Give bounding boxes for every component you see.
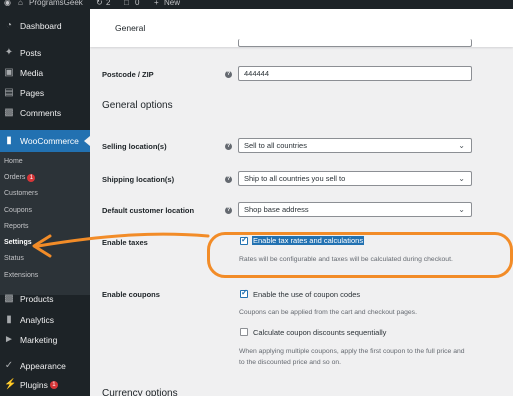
- settings-content: General Postcode / ZIP ? 444444 General …: [90, 9, 513, 396]
- menu-analytics[interactable]: ▮ Analytics: [0, 309, 90, 331]
- enable-coupons-label: Enable coupons: [102, 290, 160, 299]
- submenu-customers[interactable]: Customers: [4, 189, 38, 199]
- submenu-reports[interactable]: Reports: [4, 222, 29, 232]
- submenu-extensions[interactable]: Extensions: [4, 271, 38, 281]
- menu-analytics-label: Analytics: [20, 315, 55, 325]
- menu-media[interactable]: ▣ Media: [0, 62, 90, 84]
- chevron-down-icon: ⌄: [458, 141, 465, 150]
- sequential-discounts-description-line1: When applying multiple coupons, apply th…: [239, 348, 465, 355]
- updates-count[interactable]: 2: [106, 0, 110, 9]
- bar-chart-icon: ▮: [6, 314, 12, 325]
- submenu-status[interactable]: Status: [4, 254, 24, 264]
- menu-woocommerce-label: WooCommerce: [20, 136, 79, 146]
- shipping-locations-select[interactable]: Ship to all countries you sell to ⌄: [238, 171, 472, 186]
- menu-pages[interactable]: ▤ Pages: [0, 82, 90, 104]
- enable-taxes-checkbox[interactable]: [240, 235, 248, 245]
- admin-sidebar: ◔ Dashboard ✦ Posts ▣ Media ▤ Pages ▩ Co…: [0, 9, 90, 396]
- comment-bubble-icon: ▩: [4, 107, 14, 118]
- updates-icon[interactable]: ↻: [96, 0, 103, 9]
- plugins-count-badge: 1: [49, 381, 58, 389]
- shipping-locations-label: Shipping location(s): [102, 175, 175, 184]
- new-plus-icon[interactable]: +: [154, 0, 159, 9]
- submenu-coupons[interactable]: Coupons: [4, 206, 32, 216]
- plugin-icon: ⚡: [4, 379, 17, 390]
- chevron-down-icon: ⌄: [458, 205, 465, 214]
- menu-posts-label: Posts: [20, 48, 42, 58]
- menu-comments[interactable]: ▩ Comments: [0, 102, 90, 124]
- sequential-discounts-description-line2: to the discounted price and so on.: [239, 359, 342, 366]
- currency-options-heading: Currency options: [102, 388, 178, 396]
- menu-dashboard-label: Dashboard: [20, 21, 62, 31]
- home-icon[interactable]: ⌂: [18, 0, 23, 9]
- help-icon[interactable]: ?: [225, 207, 232, 214]
- enable-coupons-checkbox[interactable]: [240, 288, 248, 298]
- dashboard-icon: ◔: [5, 20, 13, 31]
- general-options-heading: General options: [102, 100, 173, 111]
- menu-comments-label: Comments: [20, 108, 62, 118]
- new-link[interactable]: New: [164, 0, 180, 9]
- submenu-settings[interactable]: Settings: [4, 238, 32, 248]
- default-customer-location-label: Default customer location: [102, 206, 195, 215]
- media-icon: ▣: [4, 67, 14, 78]
- woocommerce-submenu: Home Orders 1 Customers Coupons Reports S…: [0, 152, 90, 295]
- help-icon[interactable]: ?: [225, 143, 232, 150]
- comments-count[interactable]: 0: [135, 0, 139, 9]
- woocommerce-icon: ▮: [6, 135, 12, 146]
- submenu-orders-label: Orders: [4, 174, 26, 181]
- enable-taxes-option[interactable]: Enable tax rates and calculations: [252, 236, 365, 245]
- postcode-input[interactable]: 444444: [238, 66, 472, 81]
- comments-icon[interactable]: □: [124, 0, 129, 9]
- menu-posts[interactable]: ✦ Posts: [0, 42, 90, 64]
- menu-plugins[interactable]: ⚡ Plugins 1: [0, 374, 90, 396]
- menu-marketing[interactable]: ► Marketing: [0, 329, 90, 351]
- menu-plugins-label: Plugins: [20, 380, 48, 390]
- sequential-discounts-checkbox[interactable]: [240, 328, 248, 336]
- default-customer-location-value: Shop base address: [244, 205, 309, 214]
- submenu-orders[interactable]: Orders 1: [4, 173, 36, 183]
- menu-pages-label: Pages: [20, 88, 45, 98]
- orders-count-badge: 1: [27, 174, 36, 182]
- enable-taxes-label: Enable taxes: [102, 238, 148, 247]
- enable-taxes-option-text: Enable tax rates and calculations: [252, 236, 365, 245]
- default-customer-location-select[interactable]: Shop base address ⌄: [238, 202, 472, 217]
- pages-icon: ▤: [4, 87, 14, 98]
- megaphone-icon: ►: [4, 334, 14, 345]
- pin-icon: ✦: [4, 47, 14, 58]
- menu-products[interactable]: ▩ Products: [0, 288, 90, 310]
- enable-coupons-description: Coupons can be applied from the cart and…: [239, 309, 417, 316]
- submenu-home[interactable]: Home: [4, 157, 23, 167]
- menu-products-label: Products: [20, 294, 54, 304]
- site-name-link[interactable]: ProgramsGeek: [29, 0, 83, 9]
- help-icon[interactable]: ?: [225, 176, 232, 183]
- wordpress-logo-icon[interactable]: ◉: [4, 0, 11, 9]
- menu-marketing-label: Marketing: [20, 335, 58, 345]
- shipping-locations-value: Ship to all countries you sell to: [244, 174, 346, 183]
- menu-dashboard[interactable]: ◔ Dashboard: [0, 15, 90, 37]
- postcode-label: Postcode / ZIP: [102, 70, 154, 79]
- address-field-partial[interactable]: [238, 39, 472, 47]
- sequential-discounts-option[interactable]: Calculate coupon discounts sequentially: [253, 328, 386, 337]
- admin-bar: ◉ ⌂ ProgramsGeek ↻ 2 □ 0 + New: [0, 0, 513, 9]
- paintbrush-icon: ✓: [4, 360, 14, 371]
- selling-locations-label: Selling location(s): [102, 142, 167, 151]
- chevron-down-icon: ⌄: [458, 174, 465, 183]
- enable-taxes-description: Rates will be configurable and taxes wil…: [239, 256, 453, 263]
- enable-coupons-option[interactable]: Enable the use of coupon codes: [253, 290, 360, 299]
- menu-appearance-label: Appearance: [20, 361, 66, 371]
- menu-woocommerce[interactable]: ▮ WooCommerce: [0, 130, 90, 152]
- tab-general[interactable]: General: [115, 23, 145, 33]
- selling-locations-select[interactable]: Sell to all countries ⌄: [238, 138, 472, 153]
- archive-icon: ▩: [4, 293, 14, 304]
- help-icon[interactable]: ?: [225, 71, 232, 78]
- selling-locations-value: Sell to all countries: [244, 141, 307, 150]
- menu-media-label: Media: [20, 68, 44, 78]
